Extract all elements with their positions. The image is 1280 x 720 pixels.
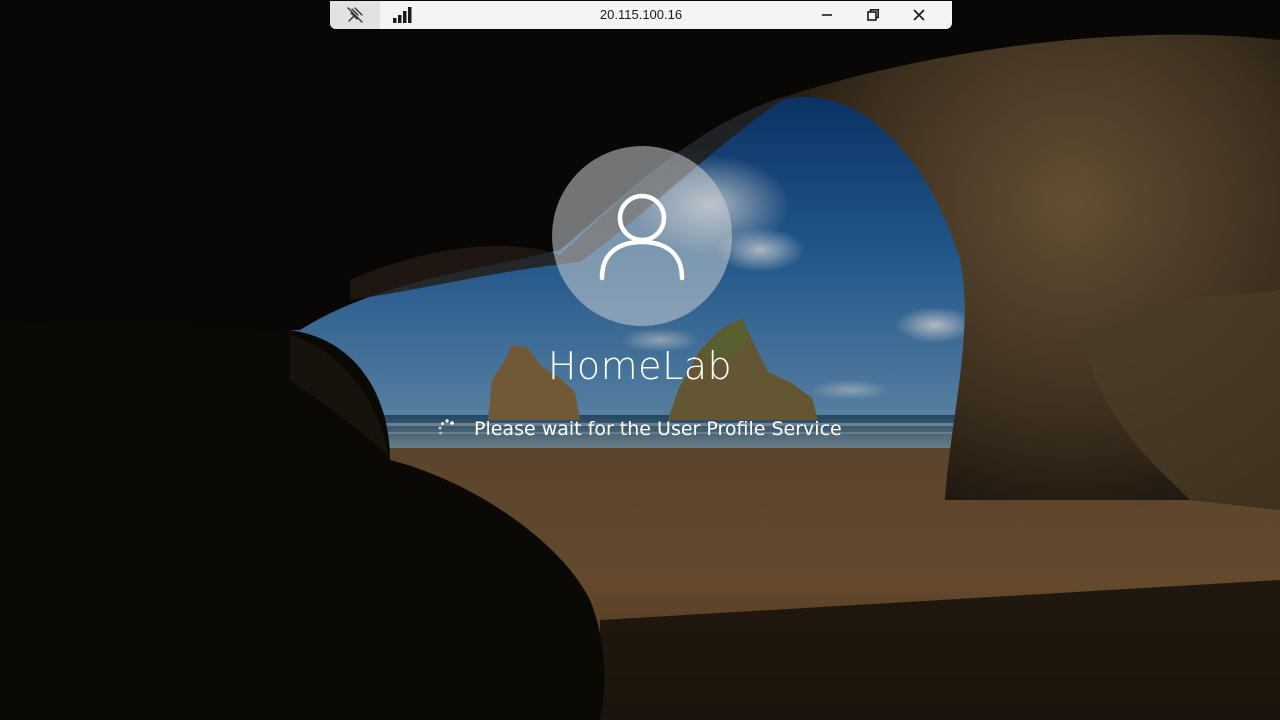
- status-message: Please wait for the User Profile Service: [474, 418, 842, 440]
- unpin-icon: [347, 7, 363, 23]
- connection-quality-button[interactable]: [380, 1, 426, 29]
- close-button[interactable]: [896, 1, 942, 29]
- loading-spinner-icon: [438, 419, 454, 435]
- window-controls: [804, 1, 942, 29]
- minimize-button[interactable]: [804, 1, 850, 29]
- pin-connection-bar-button[interactable]: [330, 1, 380, 29]
- close-icon: [913, 9, 925, 21]
- sign-in-status: Please wait for the User Profile Service: [434, 414, 842, 444]
- remote-desktop-screen: 20.115.100.16 HomeLab Please wait for th…: [0, 0, 1280, 720]
- signal-strength-icon: [393, 7, 412, 23]
- remote-connection-bar: 20.115.100.16: [330, 1, 952, 29]
- user-icon: [599, 193, 685, 281]
- user-avatar: [552, 146, 732, 326]
- username-label: HomeLab: [547, 344, 733, 388]
- minimize-icon: [822, 14, 832, 16]
- restore-icon: [867, 9, 879, 21]
- restore-button[interactable]: [850, 1, 896, 29]
